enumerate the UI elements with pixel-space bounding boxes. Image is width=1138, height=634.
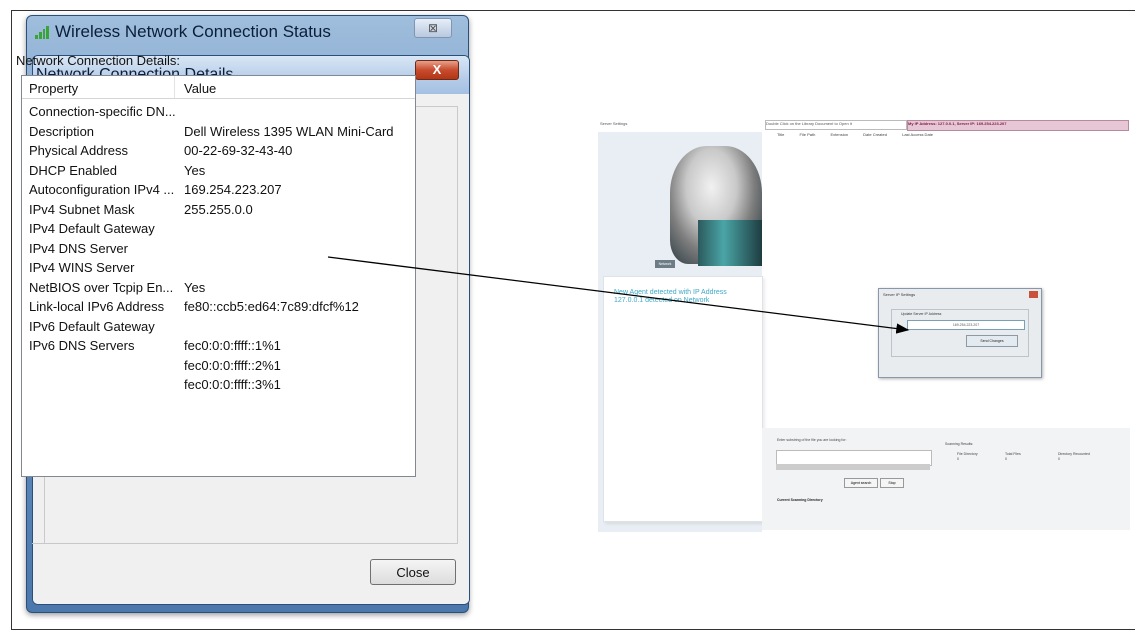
- annotation-arrow: [327, 256, 910, 334]
- arrow-line: [327, 256, 910, 334]
